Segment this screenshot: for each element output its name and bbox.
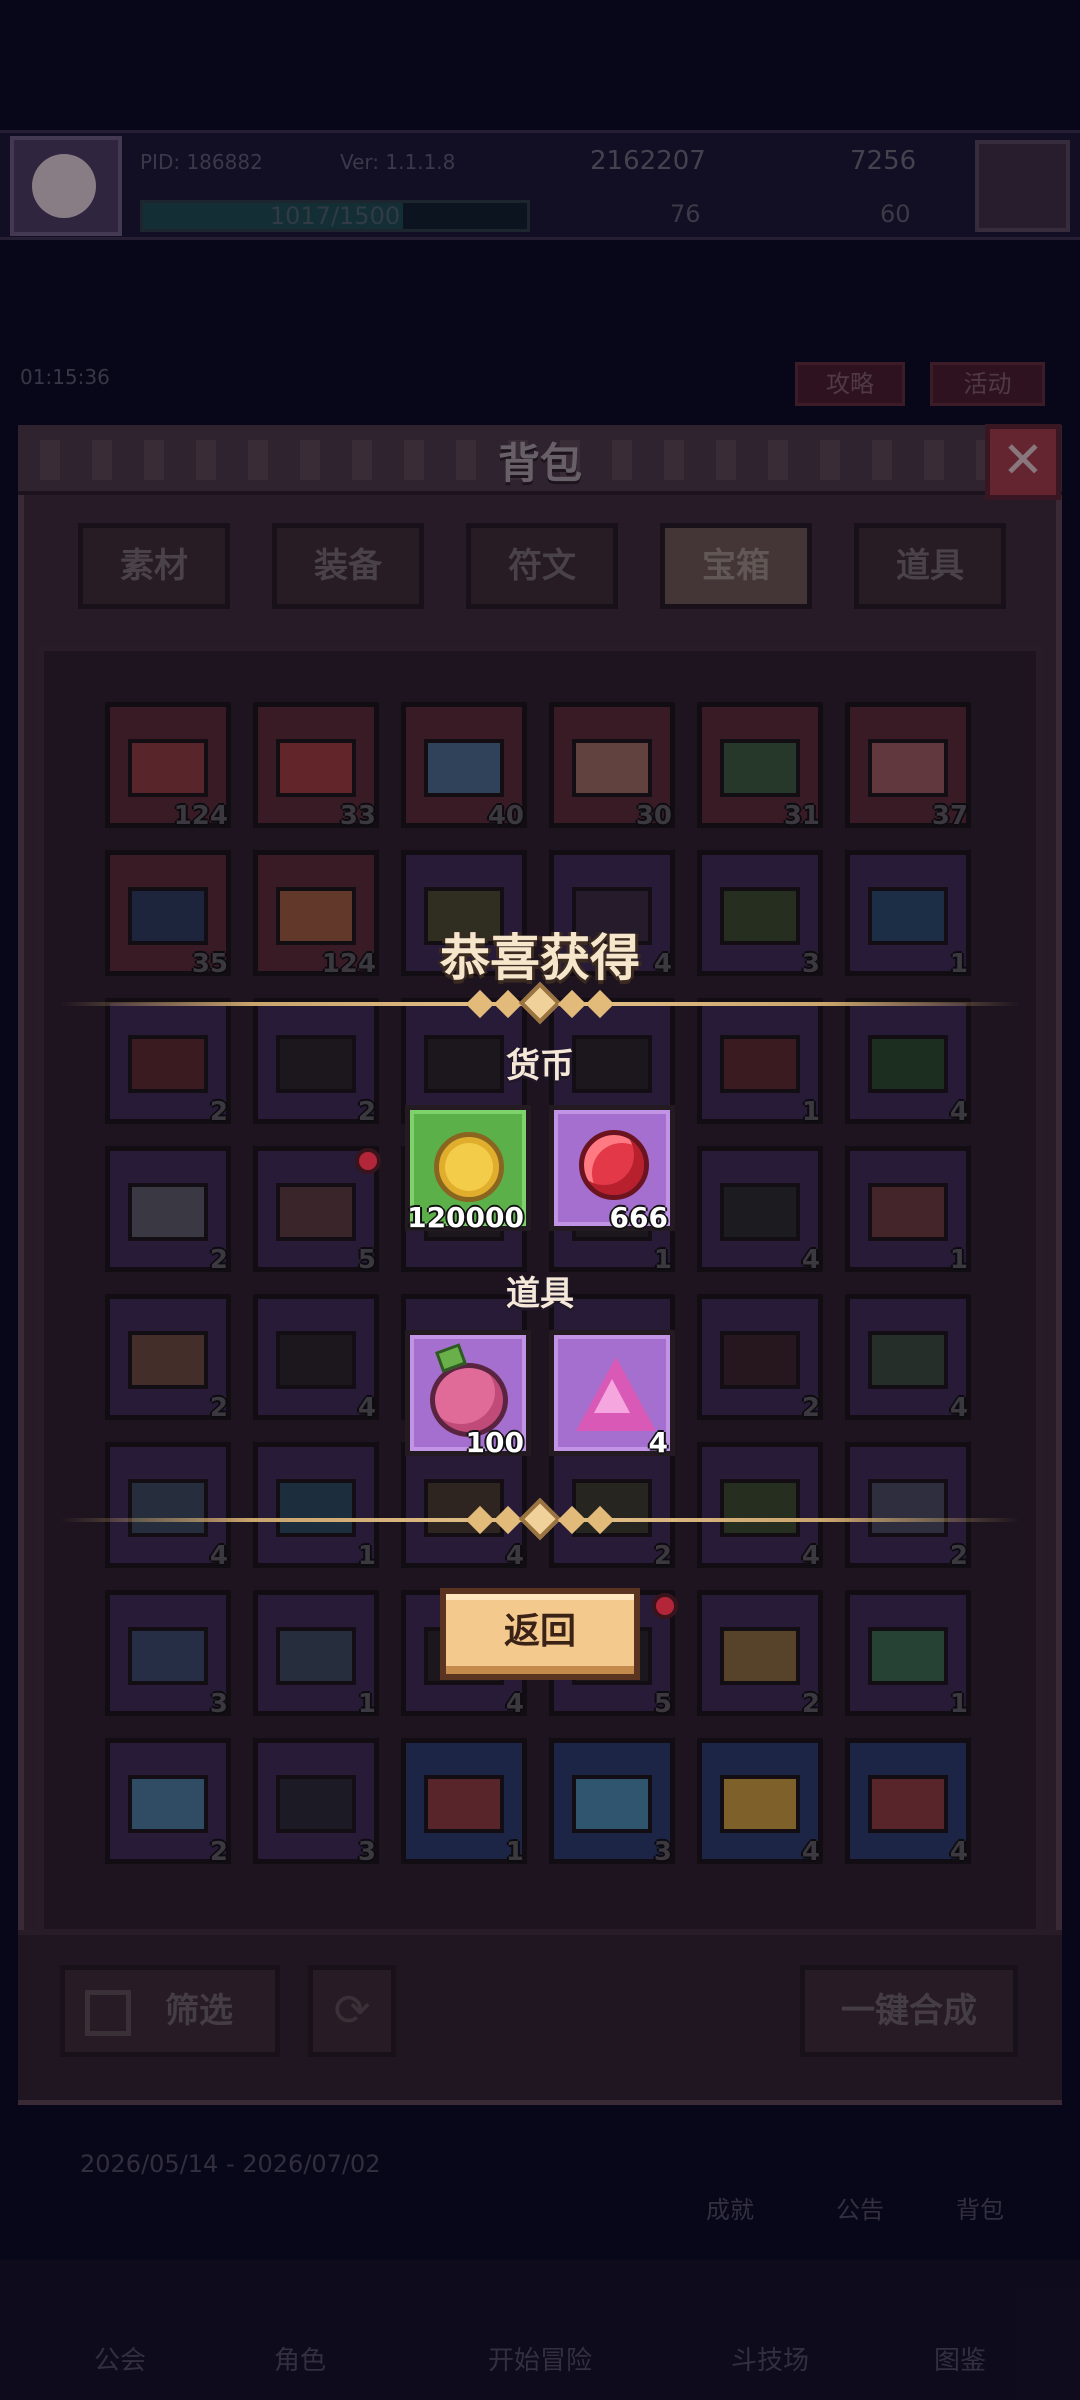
reward-gold: 120000 (405, 1105, 531, 1234)
reward-overlay (0, 0, 1080, 2400)
currency-section-label: 货币 (506, 1046, 574, 1086)
reward-fruit-count: 100 (465, 1426, 524, 1459)
reward-title: 恭喜获得 (440, 929, 640, 987)
divider-ornament-top (465, 981, 615, 1025)
reward-ruby-count: 666 (609, 1201, 668, 1234)
gold-coin-icon (434, 1132, 504, 1202)
notification-dot (355, 1148, 381, 1174)
items-section-label: 道具 (506, 1274, 574, 1314)
divider-ornament-bottom (465, 1497, 615, 1541)
reward-gold-count: 120000 (407, 1201, 524, 1234)
ruby-gem-icon (579, 1130, 649, 1200)
notification-dot (652, 1593, 678, 1619)
reward-fruit: 100 (405, 1330, 531, 1459)
reward-ruby: 666 (549, 1105, 675, 1234)
back-button[interactable]: 返回 (440, 1588, 640, 1680)
crystal-highlight (594, 1379, 630, 1413)
reward-crystal: 4 (549, 1330, 675, 1459)
reward-crystal-count: 4 (648, 1426, 668, 1459)
